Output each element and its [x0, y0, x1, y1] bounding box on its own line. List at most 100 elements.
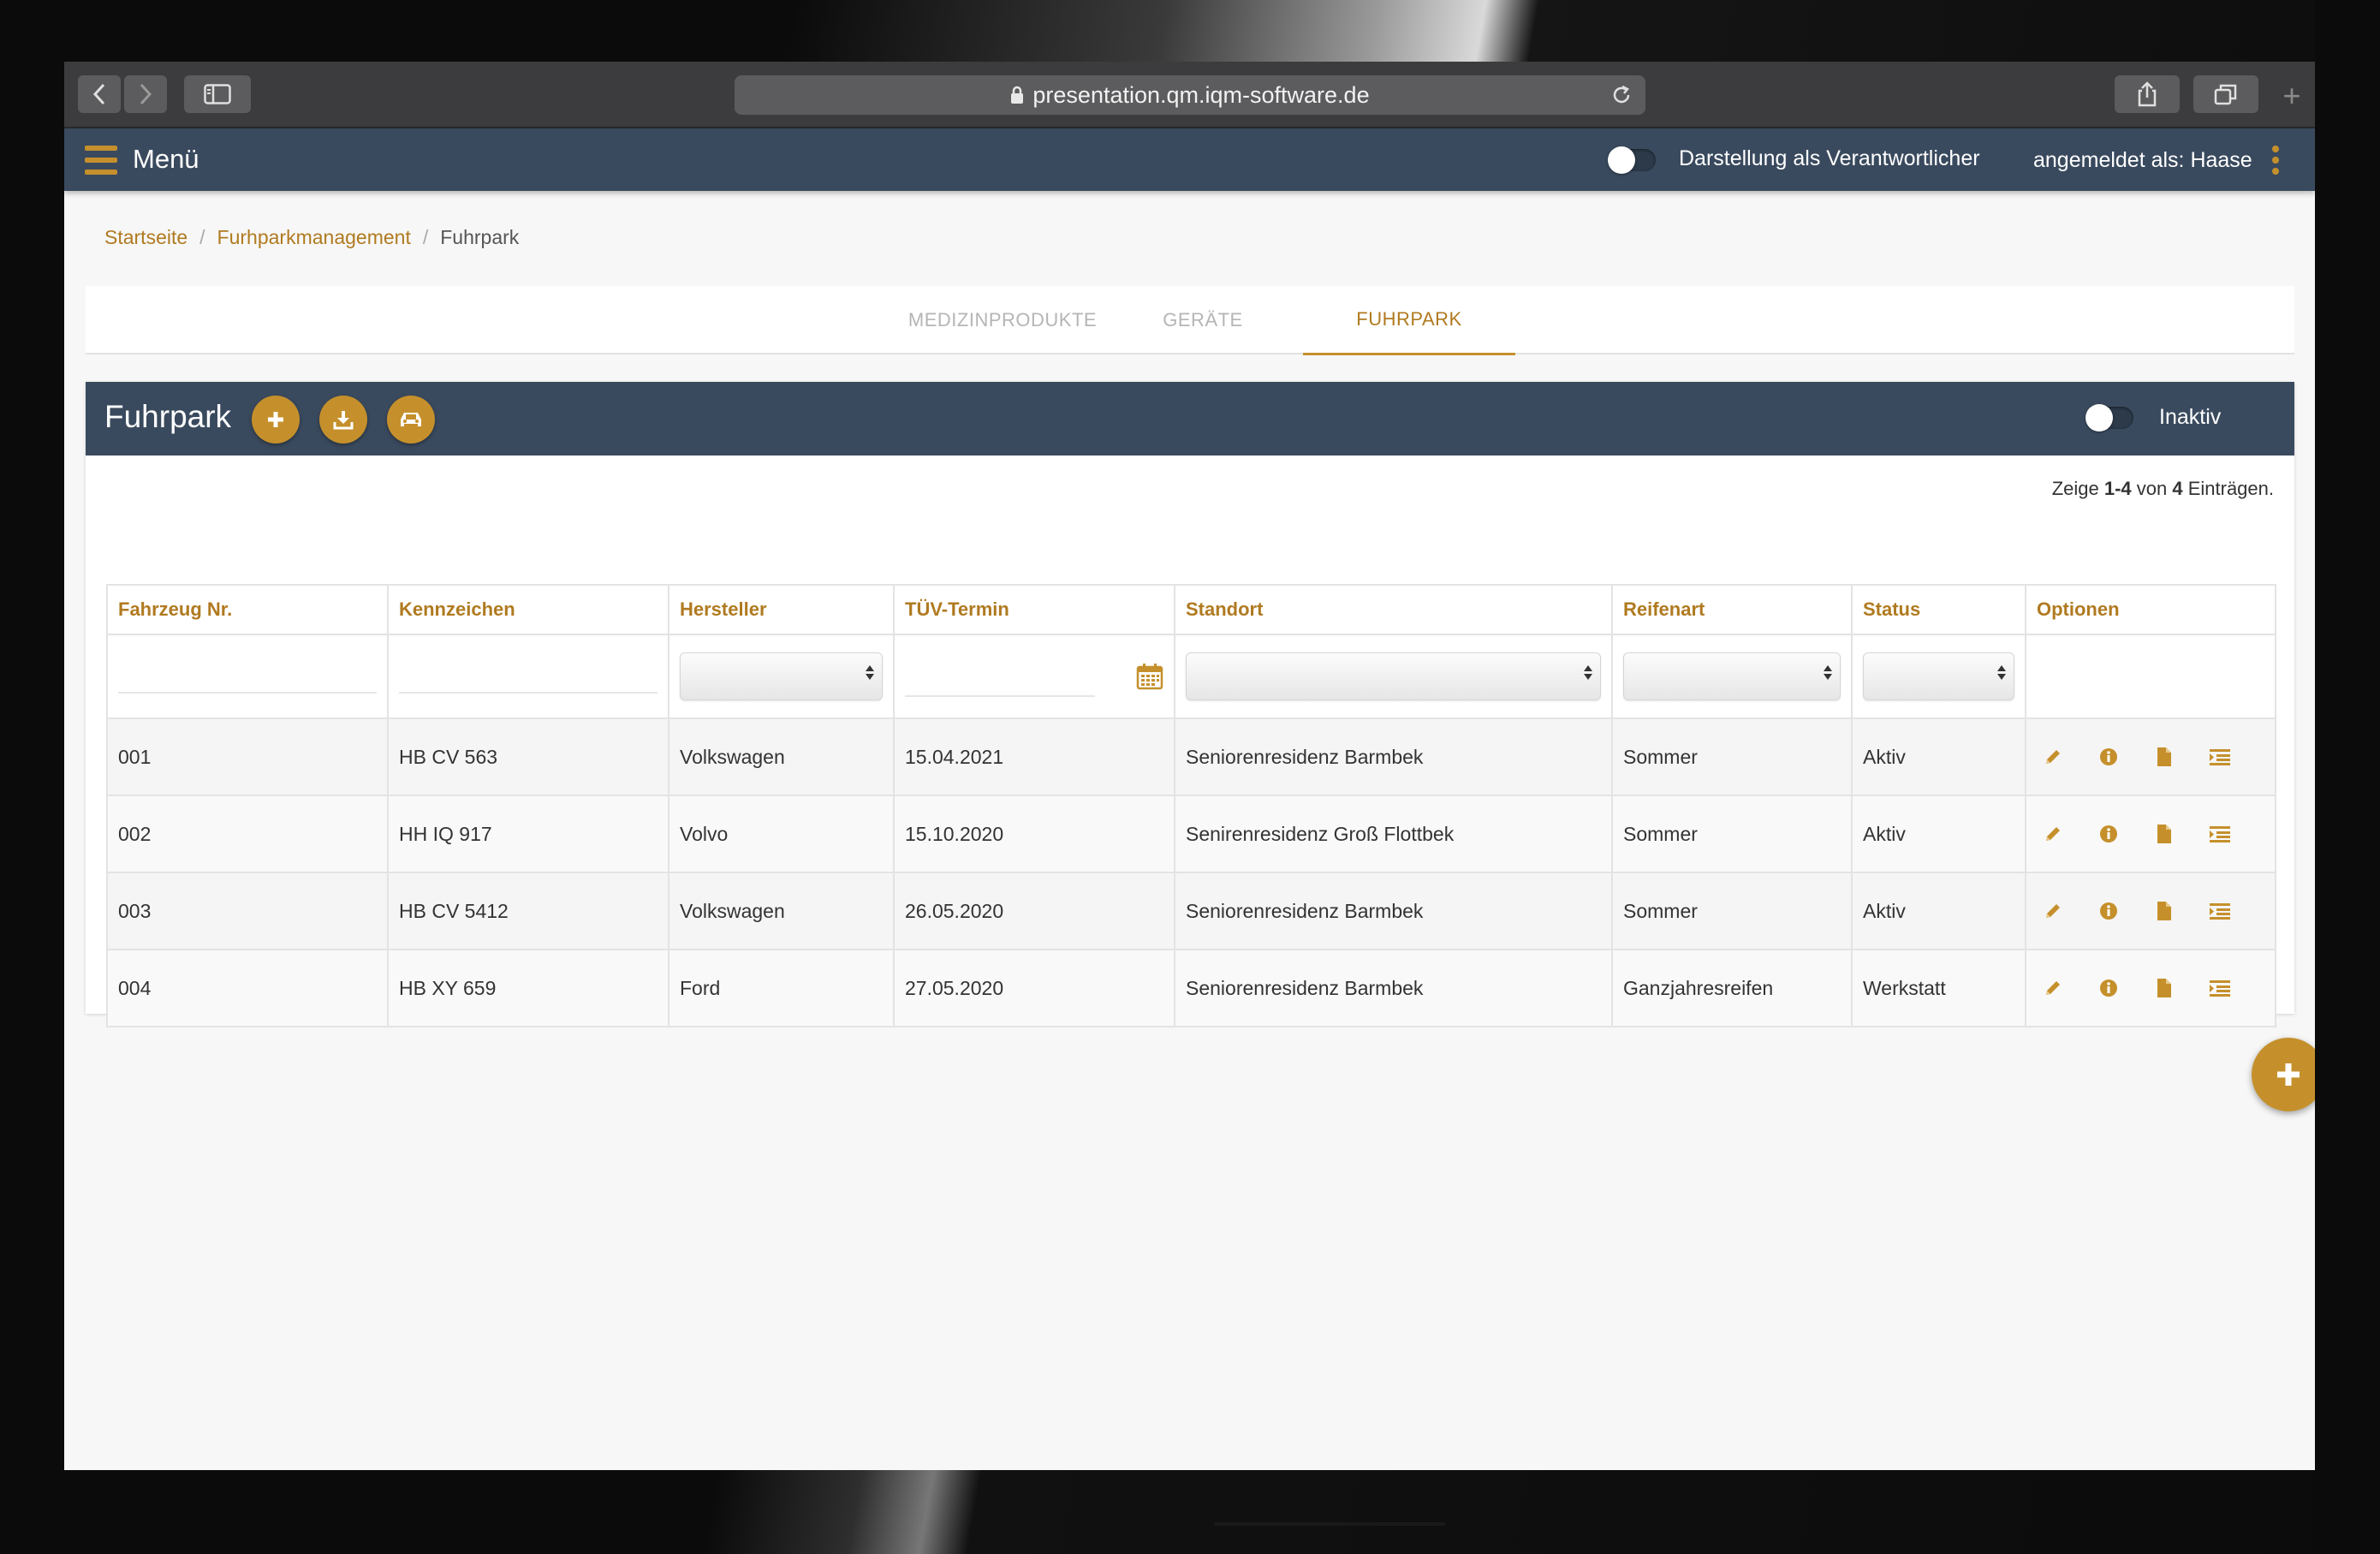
details-list-icon[interactable]: [2207, 744, 2233, 770]
floating-add-button[interactable]: [2252, 1038, 2315, 1111]
reload-icon[interactable]: [1609, 83, 1633, 107]
tab-fuhrpark[interactable]: FUHRPARK: [1303, 286, 1515, 355]
screen: presentation.qm.iqm-software.de + Menü D…: [64, 62, 2315, 1470]
cell-hersteller: Volkswagen: [668, 717, 895, 796]
row-actions: [2037, 821, 2264, 847]
filter-tuev-input[interactable]: [905, 663, 1095, 697]
cell-status: Aktiv: [1851, 717, 2026, 796]
cell-standort: Seniorenresidenz Barmbek: [1174, 872, 1613, 950]
device-bezel-bottom: [0, 1469, 2380, 1554]
info-icon[interactable]: [2096, 821, 2121, 847]
tabs-icon: [2214, 84, 2237, 105]
breadcrumb-startseite[interactable]: Startseite: [104, 224, 187, 250]
cell-tuev-termin: 27.05.2020: [893, 949, 1175, 1027]
filter-row: [106, 634, 2276, 719]
cell-fahrzeug-nr: 004: [106, 949, 389, 1027]
share-icon: [2138, 81, 2157, 107]
tabs-button[interactable]: [2193, 75, 2258, 113]
edit-pencil-icon[interactable]: [2040, 898, 2066, 924]
plus-icon: [2277, 1063, 2300, 1086]
details-list-icon[interactable]: [2207, 898, 2233, 924]
cell-hersteller: Volkswagen: [668, 872, 895, 950]
url-text: presentation.qm.iqm-software.de: [1032, 81, 1370, 108]
car-button[interactable]: [387, 396, 435, 444]
add-vehicle-button[interactable]: [252, 396, 300, 444]
select-arrows-icon: [1996, 665, 2007, 680]
filter-status-select[interactable]: [1863, 652, 2014, 700]
column-header-status[interactable]: Status: [1851, 584, 2026, 635]
tab-geraete[interactable]: GERÄTE: [1130, 286, 1276, 354]
category-tabs: MEDIZINPRODUKTE GERÄTE FUHRPARK: [86, 286, 2294, 355]
table-row[interactable]: 002 HH IQ 917 Volvo 15.10.2020 Senirenreside…: [106, 795, 2276, 873]
tab-medizinprodukte[interactable]: MEDIZINPRODUKTE: [890, 286, 1115, 354]
filter-cell: [1174, 634, 1613, 719]
plus-icon: [268, 412, 283, 427]
entries-count-middle: von: [2131, 478, 2173, 499]
column-header-tuev-termin[interactable]: TÜV-Termin: [893, 584, 1175, 635]
edit-pencil-icon[interactable]: [2040, 821, 2066, 847]
url-bar[interactable]: presentation.qm.iqm-software.de: [735, 75, 1645, 115]
filter-kennzeichen-input[interactable]: [399, 659, 657, 694]
info-icon[interactable]: [2096, 898, 2121, 924]
row-actions: [2037, 744, 2264, 770]
table-row[interactable]: 001 HB CV 563 Volkswagen 15.04.2021 Senioren…: [106, 717, 2276, 796]
share-button[interactable]: [2115, 75, 2180, 113]
filter-cell: [1611, 634, 1853, 719]
panel-header: Fuhrpark Inaktiv: [86, 382, 2294, 455]
cell-reifenart: Ganzjahresreifen: [1611, 949, 1853, 1027]
plus-icon[interactable]: +: [2275, 77, 2309, 115]
filter-reifenart-select[interactable]: [1623, 652, 1841, 700]
device-home-indicator: [1214, 1522, 1445, 1526]
cell-optionen: [2025, 717, 2276, 796]
table-row[interactable]: 003 HB CV 5412 Volkswagen 26.05.2020 Seniore…: [106, 872, 2276, 950]
filter-cell: [387, 634, 669, 719]
edit-pencil-icon[interactable]: [2040, 975, 2066, 1001]
info-icon[interactable]: [2096, 744, 2121, 770]
back-button[interactable]: [78, 75, 121, 113]
document-icon[interactable]: [2151, 898, 2177, 924]
cell-standort: Seniorenresidenz Barmbek: [1174, 717, 1613, 796]
inactive-toggle[interactable]: [2085, 404, 2133, 432]
device-bezel-right: [2315, 0, 2380, 1554]
cell-reifenart: Sommer: [1611, 872, 1853, 950]
column-header-kennzeichen[interactable]: Kennzeichen: [387, 584, 669, 635]
breadcrumb: Startseite / Furhparkmanagement / Fuhrpa…: [104, 224, 519, 250]
fuhrpark-panel: Fuhrpark Inaktiv Zeige 1-4 von 4 Einträg…: [86, 382, 2294, 1027]
info-icon[interactable]: [2096, 975, 2121, 1001]
details-list-icon[interactable]: [2207, 821, 2233, 847]
document-icon[interactable]: [2151, 744, 2177, 770]
kebab-menu-icon[interactable]: [2271, 146, 2280, 175]
sidebar-button[interactable]: [184, 75, 251, 113]
cell-status: Aktiv: [1851, 795, 2026, 873]
cell-status: Aktiv: [1851, 872, 2026, 950]
column-header-standort[interactable]: Standort: [1174, 584, 1613, 635]
row-actions: [2037, 898, 2264, 924]
filter-fahrzeug-nr-input[interactable]: [118, 659, 377, 694]
select-arrows-icon: [1583, 665, 1593, 680]
column-header-fahrzeug-nr[interactable]: Fahrzeug Nr.: [106, 584, 389, 635]
inactive-label: Inaktiv: [2159, 405, 2222, 429]
document-icon[interactable]: [2151, 975, 2177, 1001]
filter-hersteller-select[interactable]: [680, 652, 883, 700]
forward-button[interactable]: [124, 75, 167, 113]
hamburger-menu-icon[interactable]: [85, 146, 117, 175]
cell-kennzeichen: HB CV 563: [387, 717, 669, 796]
document-icon[interactable]: [2151, 821, 2177, 847]
download-button[interactable]: [319, 396, 367, 444]
responsible-view-label: Darstellung als Verantwortlicher: [1679, 146, 1980, 170]
filter-standort-select[interactable]: [1186, 652, 1601, 700]
filter-cell: [893, 634, 1175, 719]
menu-label[interactable]: Menü: [133, 141, 199, 177]
responsible-view-toggle[interactable]: [1608, 146, 1656, 174]
details-list-icon[interactable]: [2207, 975, 2233, 1001]
table-row[interactable]: 004 HB XY 659 Ford 27.05.2020 Seniorenreside…: [106, 949, 2276, 1027]
cell-fahrzeug-nr: 003: [106, 872, 389, 950]
cell-tuev-termin: 15.10.2020: [893, 795, 1175, 873]
column-header-hersteller[interactable]: Hersteller: [668, 584, 895, 635]
column-header-reifenart[interactable]: Reifenart: [1611, 584, 1853, 635]
cell-reifenart: Sommer: [1611, 795, 1853, 873]
calendar-icon[interactable]: [1136, 663, 1163, 690]
cell-tuev-termin: 26.05.2020: [893, 872, 1175, 950]
breadcrumb-fuhrparkmanagement[interactable]: Furhparkmanagement: [217, 224, 411, 250]
edit-pencil-icon[interactable]: [2040, 744, 2066, 770]
